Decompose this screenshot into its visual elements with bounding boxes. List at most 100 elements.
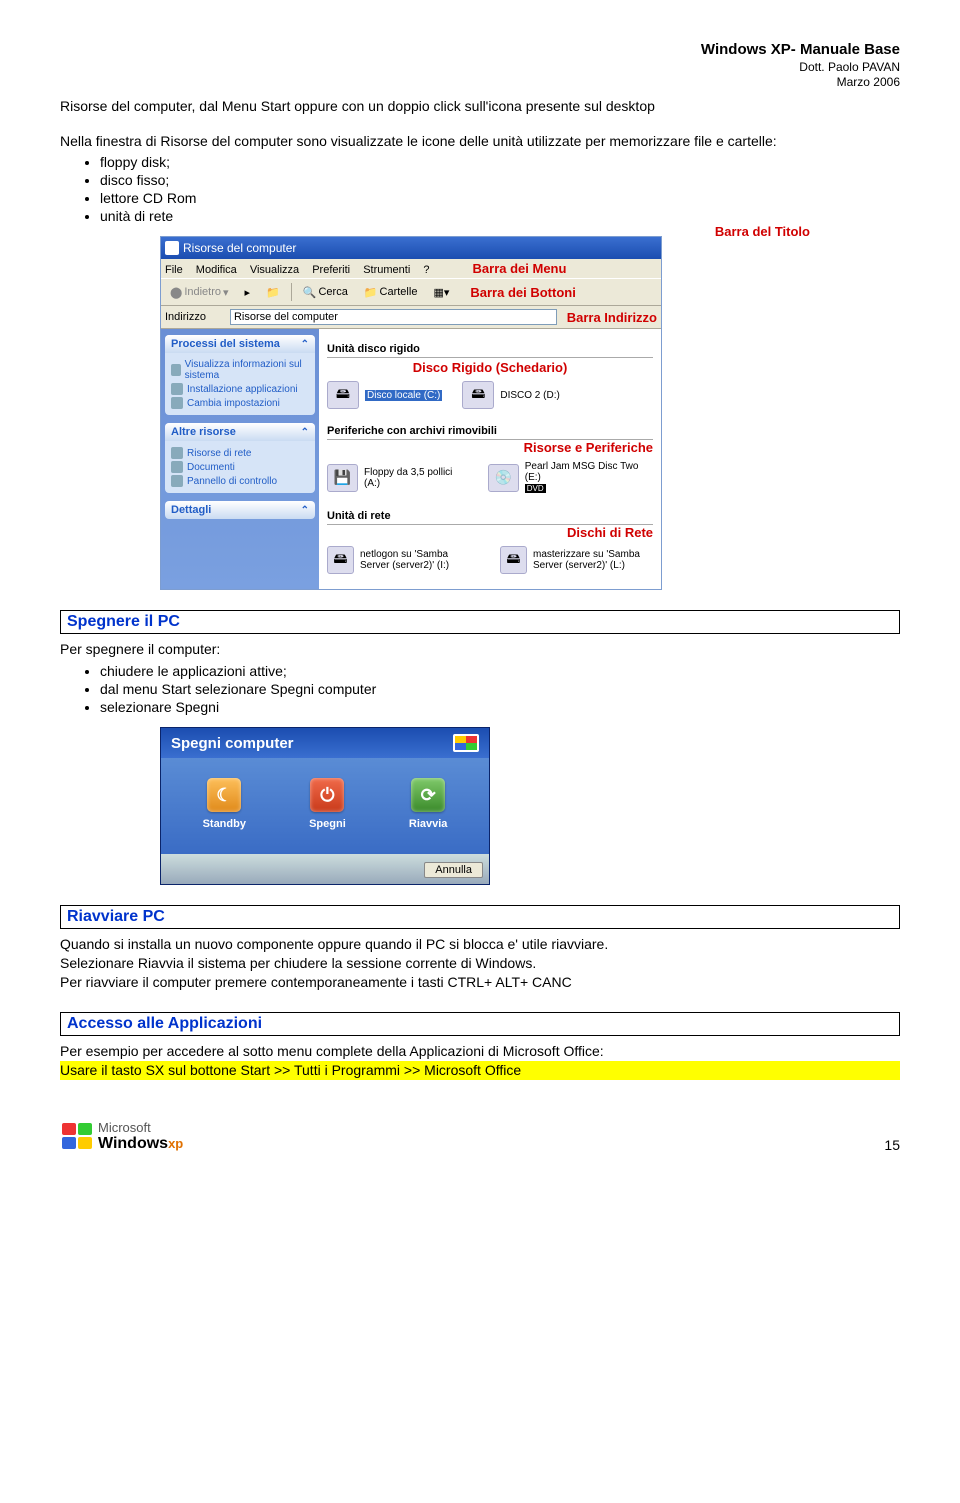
list-item: dal menu Start selezionare Spegni comput… bbox=[100, 681, 900, 697]
intro-list: floppy disk; disco fisso; lettore CD Rom… bbox=[100, 154, 900, 224]
explorer-window: Risorse del computer File Modifica Visua… bbox=[160, 236, 662, 590]
standby-icon: ☾ bbox=[207, 778, 241, 812]
address-label: Indirizzo bbox=[165, 311, 206, 323]
sidebar-item[interactable]: Cambia impostazioni bbox=[171, 397, 309, 409]
list-item: selezionare Spegni bbox=[100, 699, 900, 715]
drive-net-i[interactable]: 🖴netlogon su 'Samba Server (server2)' (I… bbox=[327, 546, 480, 574]
spegni-button[interactable]: ⏻Spegni bbox=[309, 778, 346, 830]
menu-help[interactable]: ? bbox=[423, 264, 429, 276]
drive-net-l[interactable]: 🖴masterizzare su 'Samba Server (server2)… bbox=[500, 546, 653, 574]
menu-bar[interactable]: File Modifica Visualizza Preferiti Strum… bbox=[161, 259, 661, 278]
section-riavviare: Riavviare PC bbox=[60, 905, 900, 929]
section-accesso: Accesso alle Applicazioni bbox=[60, 1012, 900, 1036]
search-button[interactable]: 🔍 Cerca bbox=[298, 284, 353, 301]
header-date: Marzo 2006 bbox=[60, 75, 900, 91]
sidebar-panel-dettagli: Dettagli⌃ bbox=[165, 501, 315, 519]
hdd-icon: 🖴 bbox=[327, 381, 359, 409]
settings-icon bbox=[171, 397, 183, 409]
folders-button[interactable]: 📁 Cartelle bbox=[359, 284, 423, 301]
back-button[interactable]: ⬤ Indietro ▾ bbox=[165, 284, 234, 301]
sidebar-panel-altre: Altre risorse⌃ Risorse di rete Documenti… bbox=[165, 423, 315, 493]
screenshot-risorse: Barra del Titolo Risorse del computer Fi… bbox=[160, 236, 780, 590]
network-drive-icon: 🖴 bbox=[327, 546, 354, 574]
riavvia-button[interactable]: ⟳Riavvia bbox=[409, 778, 448, 830]
sidebar-panel-processi: Processi del sistema⌃ Visualizza informa… bbox=[165, 335, 315, 415]
annotation-rete: Dischi di Rete bbox=[567, 525, 653, 540]
page-header: Windows XP- Manuale Base Dott. Paolo PAV… bbox=[60, 40, 900, 91]
chevron-up-icon[interactable]: ⌃ bbox=[301, 505, 309, 516]
spegnere-intro: Per spegnere il computer: bbox=[60, 640, 900, 659]
window-title: Risorse del computer bbox=[183, 241, 296, 255]
control-panel-icon bbox=[171, 475, 183, 487]
group-rete: Unità di rete bbox=[327, 502, 653, 525]
annotation-barra-titolo: Barra del Titolo bbox=[715, 224, 810, 239]
annotation-disco-rigido: Disco Rigido (Schedario) bbox=[413, 360, 568, 375]
hdd-icon: 🖴 bbox=[462, 381, 494, 409]
accesso-highlight: Usare il tasto SX sul bottone Start >> T… bbox=[60, 1061, 900, 1080]
sidebar-item[interactable]: Pannello di controllo bbox=[171, 475, 309, 487]
main-pane: Unità disco rigido Disco Rigido (Schedar… bbox=[319, 329, 661, 589]
sidebar-item[interactable]: Documenti bbox=[171, 461, 309, 473]
network-icon bbox=[171, 447, 183, 459]
section-spegnere: Spegnere il PC bbox=[60, 610, 900, 634]
accesso-p1: Per esempio per accedere al sotto menu c… bbox=[60, 1042, 900, 1061]
address-bar: Indirizzo Barra Indirizzo bbox=[161, 306, 661, 329]
intro-p2: Nella finestra di Risorse del computer s… bbox=[60, 132, 900, 151]
menu-visualizza[interactable]: Visualizza bbox=[250, 264, 299, 276]
network-drive-icon: 🖴 bbox=[500, 546, 527, 574]
forward-button[interactable]: ▸ bbox=[240, 284, 256, 301]
list-item: floppy disk; bbox=[100, 154, 900, 170]
list-item: unità di rete bbox=[100, 208, 900, 224]
riavviare-p2: Selezionare Riavvia il sistema per chiud… bbox=[60, 954, 900, 973]
drive-dvd[interactable]: 💿Pearl Jam MSG Disc Two (E:)DVD bbox=[488, 461, 653, 494]
annotation-periferiche: Risorse e Periferiche bbox=[524, 440, 653, 455]
menu-strumenti[interactable]: Strumenti bbox=[363, 264, 410, 276]
drive-d[interactable]: 🖴DISCO 2 (D:) bbox=[462, 381, 559, 409]
views-button[interactable]: ▦▾ bbox=[428, 284, 454, 301]
sidebar-item[interactable]: Risorse di rete bbox=[171, 447, 309, 459]
page-footer: MicrosoftWindowsxp 15 bbox=[60, 1120, 900, 1153]
windows-flag-icon bbox=[60, 1121, 94, 1151]
sidebar-item[interactable]: Installazione applicazioni bbox=[171, 383, 309, 395]
documents-icon bbox=[171, 461, 183, 473]
dvd-icon: 💿 bbox=[488, 464, 519, 492]
list-item: disco fisso; bbox=[100, 172, 900, 188]
install-icon bbox=[171, 383, 183, 395]
menu-file[interactable]: File bbox=[165, 264, 183, 276]
riavviare-p3: Per riavviare il computer premere contem… bbox=[60, 973, 900, 992]
annotation-barra-menu: Barra dei Menu bbox=[473, 261, 567, 276]
drive-floppy[interactable]: 💾Floppy da 3,5 pollici (A:) bbox=[327, 461, 468, 494]
spegnere-list: chiudere le applicazioni attive; dal men… bbox=[100, 663, 900, 715]
power-icon: ⏻ bbox=[310, 778, 344, 812]
toolbar: ⬤ Indietro ▾ ▸ 📁 🔍 Cerca 📁 Cartelle ▦▾ B… bbox=[161, 278, 661, 306]
header-title: Windows XP- Manuale Base bbox=[60, 40, 900, 60]
menu-modifica[interactable]: Modifica bbox=[196, 264, 237, 276]
chevron-up-icon[interactable]: ⌃ bbox=[301, 427, 309, 438]
list-item: lettore CD Rom bbox=[100, 190, 900, 206]
standby-button[interactable]: ☾Standby bbox=[203, 778, 246, 830]
chevron-up-icon[interactable]: ⌃ bbox=[301, 339, 309, 350]
annotation-barra-bottoni: Barra dei Bottoni bbox=[470, 285, 575, 300]
address-input[interactable] bbox=[230, 309, 557, 325]
floppy-icon: 💾 bbox=[327, 464, 358, 492]
sidebar: Processi del sistema⌃ Visualizza informa… bbox=[161, 329, 319, 589]
screenshot-spegni: Spegni computer ☾Standby ⏻Spegni ⟳Riavvi… bbox=[160, 727, 490, 885]
group-hdd: Unità disco rigido bbox=[327, 335, 653, 358]
header-author: Dott. Paolo PAVAN bbox=[60, 60, 900, 76]
windows-logo: MicrosoftWindowsxp bbox=[60, 1120, 183, 1153]
up-button[interactable]: 📁 bbox=[261, 284, 285, 301]
windows-flag-icon bbox=[453, 734, 479, 752]
drive-c[interactable]: 🖴Disco locale (C:) bbox=[327, 381, 442, 409]
intro-p1: Risorse del computer, dal Menu Start opp… bbox=[60, 97, 900, 116]
riavviare-p1: Quando si installa un nuovo componente o… bbox=[60, 935, 900, 954]
list-item: chiudere le applicazioni attive; bbox=[100, 663, 900, 679]
group-periferiche: Periferiche con archivi rimovibili bbox=[327, 417, 653, 440]
title-bar[interactable]: Risorse del computer bbox=[161, 237, 661, 259]
sidebar-item[interactable]: Visualizza informazioni sul sistema bbox=[171, 359, 309, 381]
info-icon bbox=[171, 364, 181, 376]
menu-preferiti[interactable]: Preferiti bbox=[312, 264, 350, 276]
page-number: 15 bbox=[884, 1137, 900, 1153]
restart-icon: ⟳ bbox=[411, 778, 445, 812]
cancel-button[interactable]: Annulla bbox=[424, 862, 483, 878]
computer-icon bbox=[165, 241, 179, 255]
